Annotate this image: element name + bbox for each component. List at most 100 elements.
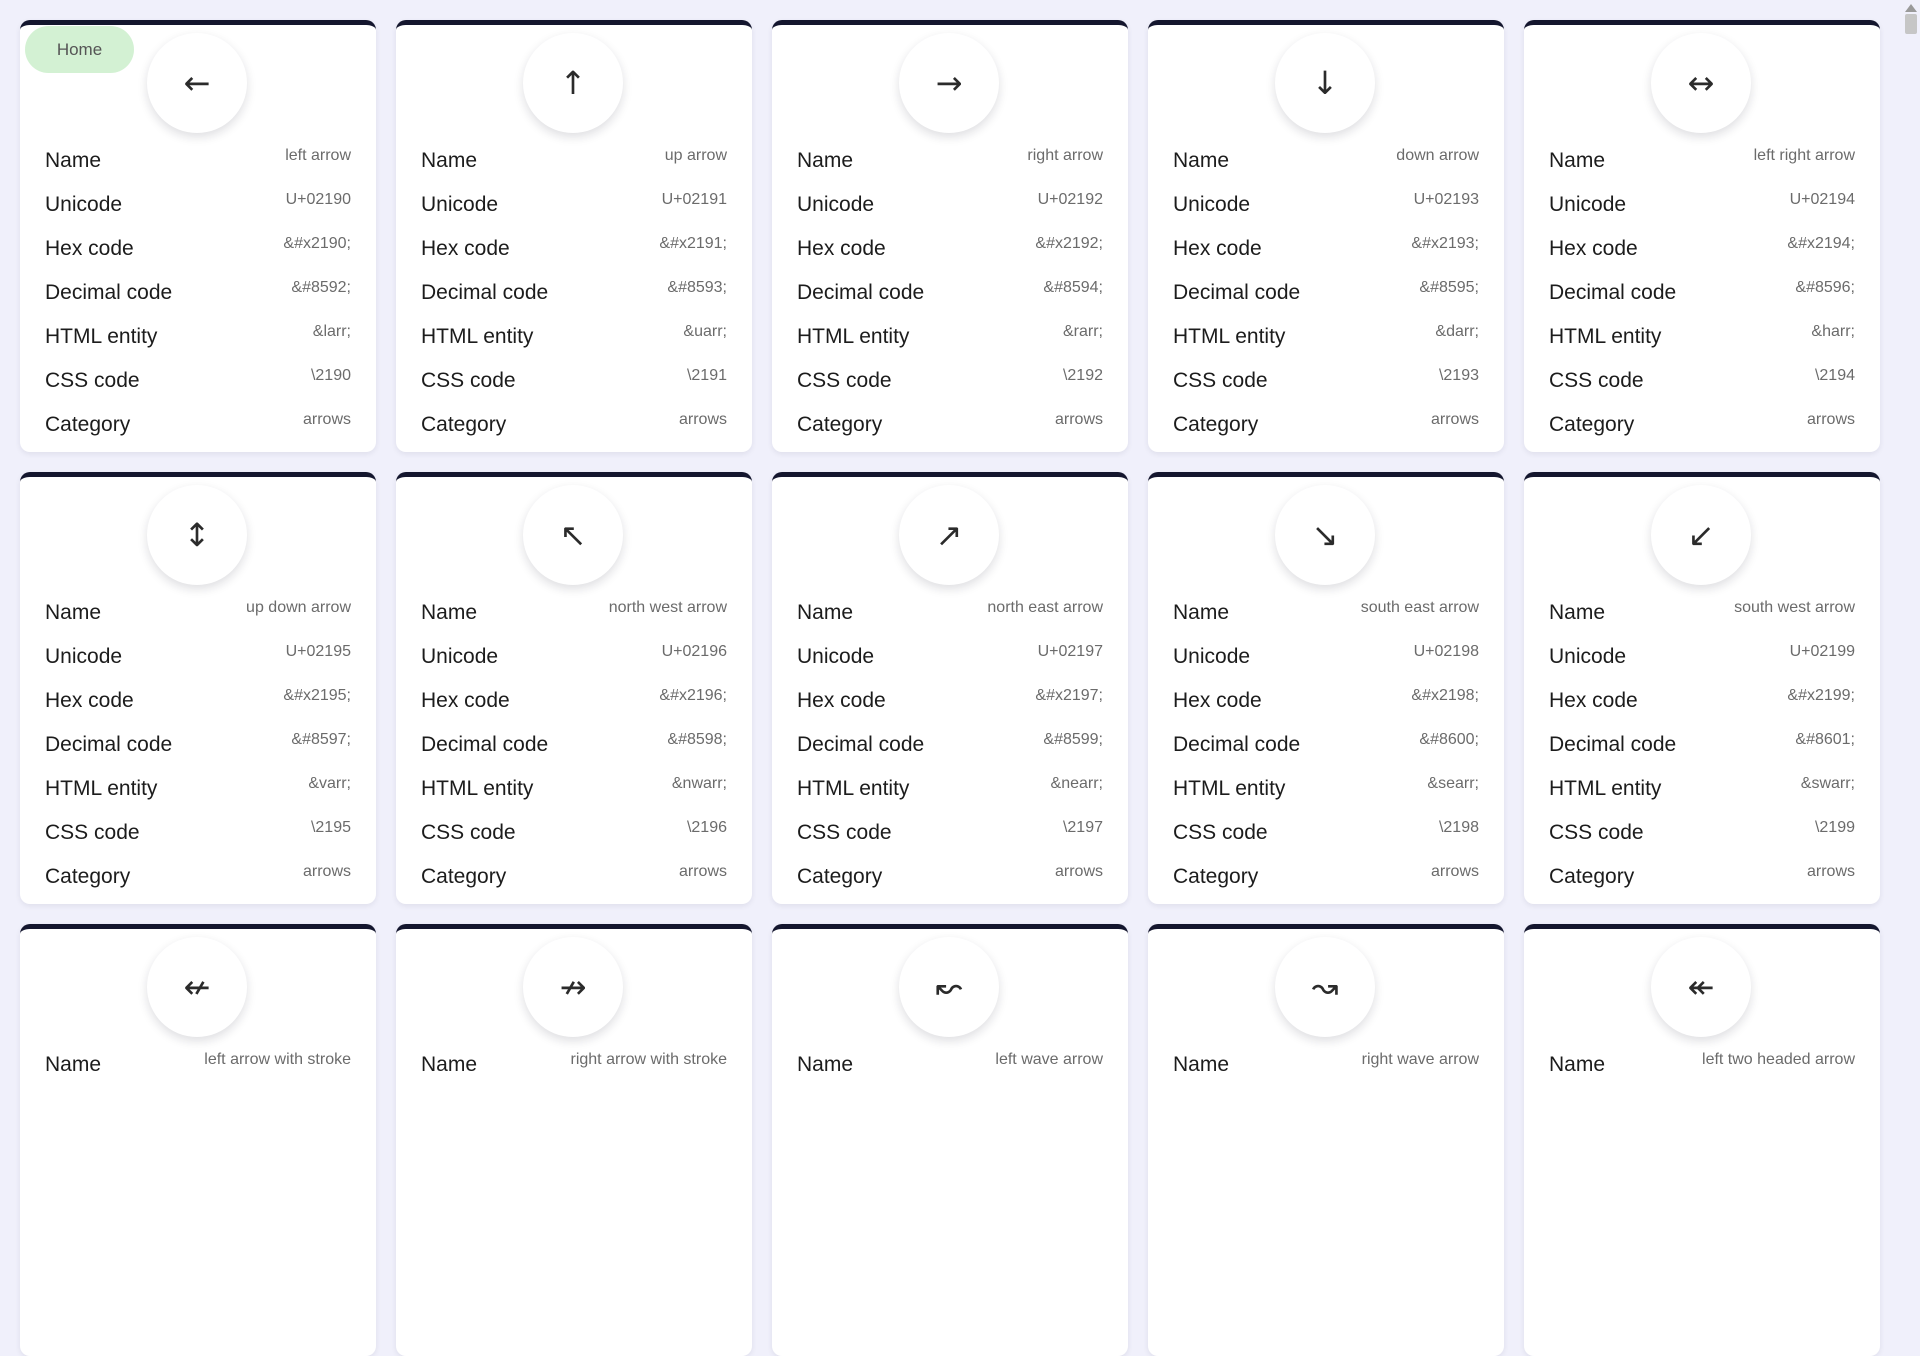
detail-row-name: Name down arrow bbox=[1173, 147, 1479, 191]
right-arrow-icon: → bbox=[899, 33, 999, 133]
symbol-card[interactable]: ↗ Name north east arrow Unicode U+02197 Hex c… bbox=[772, 472, 1128, 904]
entity-label: HTML entity bbox=[1173, 325, 1286, 348]
decimal-label: Decimal code bbox=[797, 733, 925, 756]
name-value: left wave arrow bbox=[995, 1051, 1103, 1068]
detail-row-unicode: Unicode U+02191 bbox=[421, 191, 727, 235]
hex-value: &#x2197; bbox=[1035, 687, 1103, 704]
unicode-value: U+02195 bbox=[285, 643, 351, 660]
decimal-value: &#8592; bbox=[291, 279, 351, 296]
unicode-value: U+02198 bbox=[1413, 643, 1479, 660]
symbol-card[interactable]: ↚ Name left arrow with stroke bbox=[20, 924, 376, 1356]
category-value: arrows bbox=[1430, 411, 1479, 428]
decimal-label: Decimal code bbox=[797, 281, 925, 304]
symbol-details: Name right wave arrow bbox=[1173, 1051, 1479, 1095]
symbol-card[interactable]: ↙ Name south west arrow Unicode U+02199 Hex c… bbox=[1524, 472, 1880, 904]
hex-label: Hex code bbox=[1173, 689, 1262, 712]
css-value: \2192 bbox=[1062, 367, 1103, 384]
detail-row-name: Name right arrow bbox=[797, 147, 1103, 191]
unicode-label: Unicode bbox=[797, 193, 875, 216]
unicode-label: Unicode bbox=[1173, 193, 1251, 216]
detail-row-unicode: Unicode U+02199 bbox=[1549, 643, 1855, 687]
symbol-details: Name down arrow Unicode U+02193 Hex code &#x2… bbox=[1173, 147, 1479, 455]
symbol-card[interactable]: ↕ Name up down arrow Unicode U+02195 Hex code… bbox=[20, 472, 376, 904]
left-wave-arrow-icon: ↜ bbox=[899, 937, 999, 1037]
name-value: right arrow with stroke bbox=[570, 1051, 728, 1068]
detail-row-css: CSS code \2199 bbox=[1549, 819, 1855, 863]
detail-row-decimal: Decimal code &#8596; bbox=[1549, 279, 1855, 323]
category-value: arrows bbox=[1806, 411, 1855, 428]
symbol-details: Name right arrow with stroke bbox=[421, 1051, 727, 1095]
name-value: north east arrow bbox=[987, 599, 1103, 616]
detail-row-entity: HTML entity &nwarr; bbox=[421, 775, 727, 819]
name-value: left two headed arrow bbox=[1702, 1051, 1855, 1068]
detail-row-category: Category arrows bbox=[1173, 863, 1479, 907]
symbol-card[interactable]: ↔ Name left right arrow Unicode U+02194 Hex c… bbox=[1524, 20, 1880, 452]
symbol-card[interactable]: ↞ Name left two headed arrow bbox=[1524, 924, 1880, 1356]
detail-row-entity: HTML entity &darr; bbox=[1173, 323, 1479, 367]
symbol-card[interactable]: ↘ Name south east arrow Unicode U+02198 Hex c… bbox=[1148, 472, 1504, 904]
home-button[interactable]: Home bbox=[25, 26, 134, 73]
symbol-card[interactable]: ↓ Name down arrow Unicode U+02193 Hex code &#x… bbox=[1148, 20, 1504, 452]
entity-value: &rarr; bbox=[1063, 323, 1103, 340]
category-value: arrows bbox=[678, 411, 727, 428]
detail-row-entity: HTML entity &rarr; bbox=[797, 323, 1103, 367]
north-east-arrow-icon: ↗ bbox=[899, 485, 999, 585]
css-label: CSS code bbox=[1549, 821, 1644, 844]
unicode-value: U+02190 bbox=[285, 191, 351, 208]
entity-label: HTML entity bbox=[421, 777, 534, 800]
symbol-card[interactable]: ↑ Name up arrow Unicode U+02191 Hex code &#x21… bbox=[396, 20, 752, 452]
symbol-card[interactable]: ↝ Name right wave arrow bbox=[1148, 924, 1504, 1356]
unicode-value: U+02197 bbox=[1037, 643, 1103, 660]
name-label: Name bbox=[1549, 149, 1606, 172]
symbol-card[interactable]: ↛ Name right arrow with stroke bbox=[396, 924, 752, 1356]
detail-row-name: Name south east arrow bbox=[1173, 599, 1479, 643]
hex-value: &#x2192; bbox=[1035, 235, 1103, 252]
unicode-value: U+02192 bbox=[1037, 191, 1103, 208]
css-value: \2199 bbox=[1814, 819, 1855, 836]
hex-value: &#x2195; bbox=[283, 687, 351, 704]
name-value: south west arrow bbox=[1734, 599, 1855, 616]
vertical-scrollbar[interactable] bbox=[1902, 0, 1920, 1080]
css-value: \2190 bbox=[310, 367, 351, 384]
decimal-label: Decimal code bbox=[1549, 281, 1677, 304]
detail-row-name: Name left wave arrow bbox=[797, 1051, 1103, 1095]
unicode-value: U+02193 bbox=[1413, 191, 1479, 208]
detail-row-decimal: Decimal code &#8597; bbox=[45, 731, 351, 775]
name-label: Name bbox=[797, 601, 854, 624]
detail-row-category: Category arrows bbox=[1549, 863, 1855, 907]
detail-row-name: Name left arrow with stroke bbox=[45, 1051, 351, 1095]
name-value: south east arrow bbox=[1360, 599, 1479, 616]
symbol-details: Name left two headed arrow bbox=[1549, 1051, 1855, 1095]
detail-row-entity: HTML entity &nearr; bbox=[797, 775, 1103, 819]
detail-row-decimal: Decimal code &#8599; bbox=[797, 731, 1103, 775]
decimal-label: Decimal code bbox=[1173, 281, 1301, 304]
css-label: CSS code bbox=[45, 821, 140, 844]
symbol-details: Name left right arrow Unicode U+02194 Hex co… bbox=[1549, 147, 1855, 455]
hex-value: &#x2193; bbox=[1411, 235, 1479, 252]
unicode-value: U+02194 bbox=[1789, 191, 1855, 208]
entity-label: HTML entity bbox=[421, 325, 534, 348]
symbol-card[interactable]: ← Name left arrow Unicode U+02190 Hex code &#x… bbox=[20, 20, 376, 452]
unicode-label: Unicode bbox=[45, 645, 123, 668]
scrollbar-thumb[interactable] bbox=[1905, 14, 1917, 34]
symbol-card[interactable]: ↖ Name north west arrow Unicode U+02196 Hex c… bbox=[396, 472, 752, 904]
detail-row-name: Name up arrow bbox=[421, 147, 727, 191]
scroll-up-arrow-icon[interactable] bbox=[1905, 4, 1917, 12]
detail-row-hex: Hex code &#x2199; bbox=[1549, 687, 1855, 731]
decimal-label: Decimal code bbox=[45, 733, 173, 756]
symbol-card[interactable]: → Name right arrow Unicode U+02192 Hex code &#… bbox=[772, 20, 1128, 452]
detail-row-decimal: Decimal code &#8593; bbox=[421, 279, 727, 323]
name-label: Name bbox=[1549, 1053, 1606, 1076]
detail-row-hex: Hex code &#x2191; bbox=[421, 235, 727, 279]
hex-value: &#x2196; bbox=[659, 687, 727, 704]
left-right-arrow-icon: ↔ bbox=[1651, 33, 1751, 133]
decimal-value: &#8599; bbox=[1043, 731, 1103, 748]
name-label: Name bbox=[1173, 1053, 1230, 1076]
symbol-card[interactable]: ↜ Name left wave arrow bbox=[772, 924, 1128, 1356]
name-label: Name bbox=[1549, 601, 1606, 624]
symbol-details: Name up down arrow Unicode U+02195 Hex code &… bbox=[45, 599, 351, 907]
detail-row-category: Category arrows bbox=[45, 863, 351, 907]
entity-value: &larr; bbox=[312, 323, 351, 340]
hex-label: Hex code bbox=[45, 689, 134, 712]
unicode-label: Unicode bbox=[421, 193, 499, 216]
